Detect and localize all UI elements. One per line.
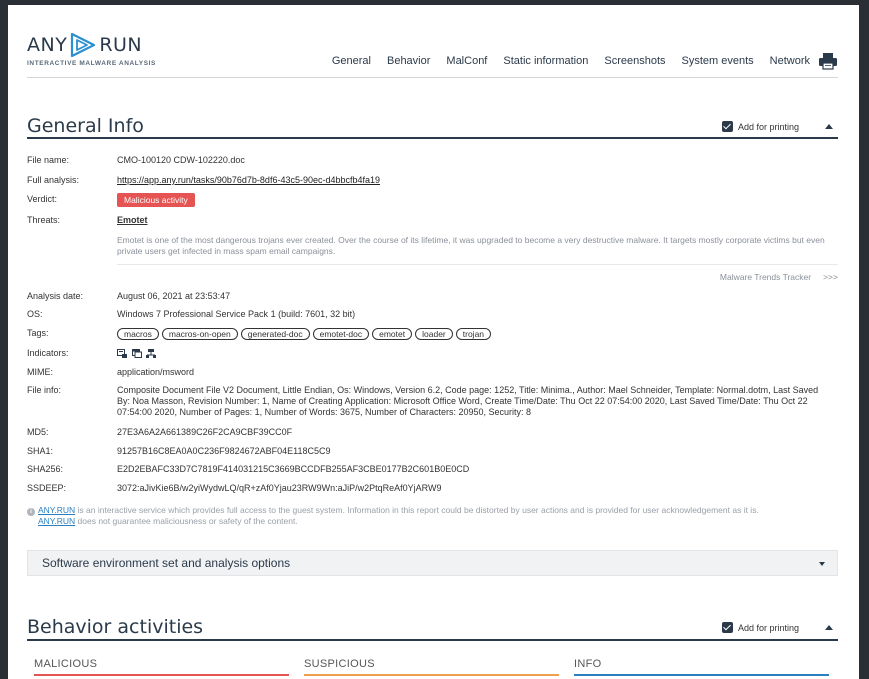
disclaimer-text-1: is an interactive service which provides…: [75, 505, 759, 515]
verdict-badge: Malicious activity: [117, 193, 195, 207]
nav-network[interactable]: Network: [770, 55, 810, 67]
sha1-label: SHA1:: [27, 446, 54, 456]
malicious-heading: MALICIOUS: [34, 658, 98, 670]
tag-emotet-doc[interactable]: emotet-doc: [312, 328, 370, 340]
indicators-label: Indicators:: [27, 348, 69, 358]
software-environment-title: Software environment set and analysis op…: [42, 556, 291, 570]
software-environment-panel[interactable]: Software environment set and analysis op…: [27, 550, 838, 576]
disclaimer-text-2: does not guarantee maliciousness or safe…: [75, 516, 298, 526]
tags-label: Tags:: [27, 328, 49, 338]
anyrun-logo[interactable]: ANY RUN INTERACTIVE MALWARE ANALYSIS: [27, 32, 156, 67]
info-icon: i: [27, 508, 35, 516]
sha1-value: 91257B16C8EA0A0C236F9824672ABF04E118C5C9: [117, 446, 331, 456]
verdict-label: Verdict:: [27, 194, 58, 204]
tag-generated-doc[interactable]: generated-doc: [240, 328, 310, 340]
anyrun-link-2[interactable]: ANY.RUN: [38, 516, 75, 526]
tag-emotet[interactable]: emotet: [372, 328, 413, 340]
suspicious-underline: [304, 674, 559, 676]
info-column: INFO: [574, 658, 829, 676]
ssdeep-value: 3072:aJivKie6B/w2yiWydwLQ/qR+zAf0Yjau23R…: [117, 483, 442, 493]
general-info-title: General Info: [27, 115, 144, 137]
chevron-down-icon[interactable]: [819, 562, 825, 566]
header-divider: [27, 77, 838, 78]
behavior-divider: [27, 639, 838, 641]
suspicious-column: SUSPICIOUS: [304, 658, 574, 676]
info-underline: [574, 674, 829, 676]
checkbox-checked-icon[interactable]: [721, 622, 733, 633]
file-name-label: File name:: [27, 155, 70, 165]
general-print-toggle[interactable]: Add for printing: [721, 121, 799, 132]
file-name-value: CMO-100120 CDW-102220.doc: [117, 155, 245, 165]
threats-label: Threats:: [27, 215, 61, 225]
behavior-print-label: Add for printing: [737, 622, 799, 633]
mime-value: application/msword: [117, 367, 195, 377]
md5-label: MD5:: [27, 427, 49, 437]
trends-arrow: >>>: [823, 272, 838, 282]
info-heading: INFO: [574, 658, 602, 670]
behavior-columns: MALICIOUS SUSPICIOUS INFO: [34, 658, 829, 676]
print-toggle-label: Add for printing: [737, 121, 799, 132]
mime-label: MIME:: [27, 367, 53, 377]
tag-trojan[interactable]: trojan: [455, 328, 492, 340]
malicious-underline: [34, 674, 289, 676]
full-analysis-link[interactable]: https://app.any.run/tasks/90b76d7b-8df6-…: [117, 175, 380, 185]
nav-static-information[interactable]: Static information: [503, 55, 588, 67]
behavior-print-toggle[interactable]: Add for printing: [721, 622, 799, 633]
tag-loader[interactable]: loader: [415, 328, 453, 340]
sha256-label: SHA256:: [27, 464, 64, 474]
collapse-caret-icon[interactable]: [825, 124, 833, 129]
nav-general[interactable]: General: [332, 55, 371, 67]
checkbox-checked-icon[interactable]: [721, 121, 733, 132]
file-info-value: Composite Document File V2 Document, Lit…: [117, 385, 819, 417]
network-icon[interactable]: [146, 349, 157, 359]
malicious-column: MALICIOUS: [34, 658, 304, 676]
document-macro-icon[interactable]: [117, 349, 127, 359]
nav-behavior[interactable]: Behavior: [387, 55, 430, 67]
nav-malconf[interactable]: MalConf: [446, 55, 487, 67]
full-analysis-label: Full analysis:: [27, 175, 80, 185]
play-icon: [71, 32, 96, 58]
nav-system-events[interactable]: System events: [682, 55, 754, 67]
logo-subtitle: INTERACTIVE MALWARE ANALYSIS: [27, 60, 156, 67]
collapse-caret-icon[interactable]: [825, 625, 833, 630]
logo-text-left: ANY: [27, 34, 68, 56]
os-value: Windows 7 Professional Service Pack 1 (b…: [117, 309, 356, 319]
analysis-date-label: Analysis date:: [27, 291, 84, 301]
md5-value: 27E3A6A2A661389C26F2CA9CBF39CC0F: [117, 427, 293, 437]
sha256-value: E2D2EBAFC33D7C7819F414031215C3669BCCDFB2…: [117, 464, 470, 474]
report-page: ANY RUN INTERACTIVE MALWARE ANALYSIS Gen…: [8, 5, 859, 679]
analysis-date-value: August 06, 2021 at 23:53:47: [117, 291, 231, 301]
nav-screenshots[interactable]: Screenshots: [604, 55, 665, 67]
tag-macros-on-open[interactable]: macros-on-open: [161, 328, 238, 340]
os-label: OS:: [27, 309, 43, 319]
general-info-divider: [27, 137, 838, 139]
ssdeep-label: SSDEEP:: [27, 483, 67, 493]
indicators-icons: [117, 348, 158, 359]
suspicious-heading: SUSPICIOUS: [304, 658, 375, 670]
logo-text-right: RUN: [99, 34, 143, 56]
printer-icon[interactable]: [818, 52, 838, 70]
anyrun-link-1[interactable]: ANY.RUN: [38, 505, 75, 515]
behavior-activities-title: Behavior activities: [27, 616, 204, 638]
tag-macros[interactable]: macros: [117, 328, 159, 340]
trends-label: Malware Trends Tracker: [719, 272, 812, 282]
threat-description: Emotet is one of the most dangerous troj…: [117, 235, 825, 256]
tags-list: macros macros-on-open generated-doc emot…: [117, 328, 492, 340]
disclaimer-note: i ANY.RUN is an interactive service which…: [27, 505, 837, 527]
malware-trends-link[interactable]: Malware Trends Tracker >>>: [720, 272, 838, 282]
threat-separator: [117, 264, 838, 265]
threat-name-link[interactable]: Emotet: [117, 215, 148, 225]
file-info-label: File info:: [27, 385, 62, 395]
windows-icon[interactable]: [131, 349, 142, 359]
top-nav: General Behavior MalConf Static informat…: [332, 55, 810, 67]
